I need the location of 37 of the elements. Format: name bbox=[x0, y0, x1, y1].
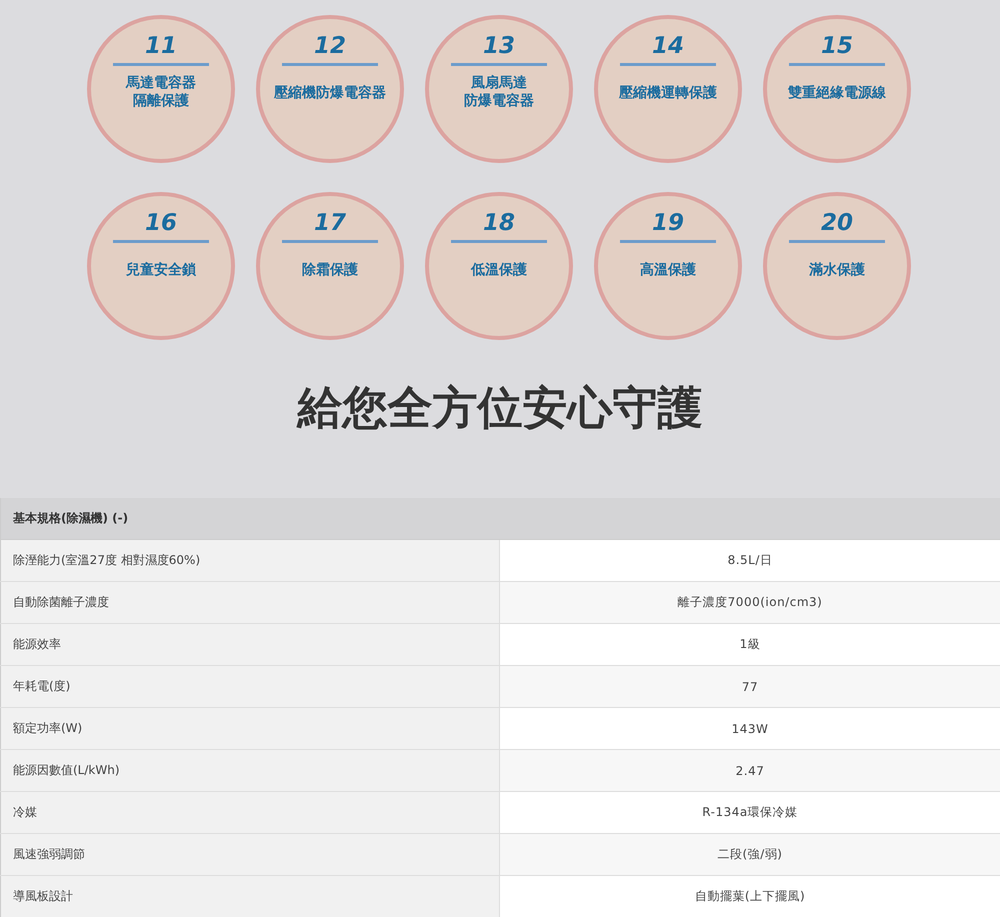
spec-name-cell: 年耗電(度) bbox=[0, 666, 500, 707]
feature-label: 隔離保護 bbox=[133, 92, 189, 110]
feature-number: 20 bbox=[820, 210, 853, 236]
feature-number: 19 bbox=[652, 210, 684, 236]
feature-label: 滿水保護 bbox=[809, 261, 865, 279]
feature-label: 風扇馬達 bbox=[471, 74, 527, 92]
feature-number: 14 bbox=[652, 33, 684, 59]
feature-label: 馬達電容器 bbox=[126, 74, 196, 92]
feature-number: 13 bbox=[482, 33, 515, 59]
spec-name-cell: 除溼能力(室溫27度 相對濕度60%) bbox=[0, 540, 500, 581]
feature-label: 高溫保護 bbox=[640, 261, 696, 279]
spec-name-cell: 導風板設計 bbox=[0, 876, 500, 917]
feature-label: 防爆電容器 bbox=[464, 92, 534, 110]
spec-value-cell: 二段(強/弱) bbox=[500, 834, 1000, 875]
spec-name-cell: 能源效率 bbox=[0, 624, 500, 665]
table-title: 基本規格(除濕機) (-) bbox=[13, 510, 128, 527]
feature-number: 16 bbox=[144, 210, 177, 236]
headline: 給您全方位安心守護 bbox=[298, 380, 702, 436]
feature-label: 除霜保護 bbox=[302, 261, 358, 279]
spec-name-cell: 額定功率(W) bbox=[0, 708, 500, 749]
feature-label: 兒童安全鎖 bbox=[126, 261, 196, 279]
feature-number: 17 bbox=[314, 210, 346, 236]
spec-name-cell: 自動除菌離子濃度 bbox=[0, 582, 500, 623]
spec-value-cell: 2.47 bbox=[500, 750, 1000, 791]
spec-value-cell: 77 bbox=[500, 666, 1000, 707]
feature-number: 12 bbox=[314, 33, 346, 59]
feature-label: 雙重絕緣電源線 bbox=[788, 84, 886, 102]
feature-label: 低溫保護 bbox=[471, 261, 527, 279]
spec-name-cell: 冷媒 bbox=[0, 792, 500, 833]
feature-label: 壓縮機運轉保護 bbox=[619, 84, 717, 102]
spec-value-cell: 離子濃度7000(ion/cm3) bbox=[500, 582, 1000, 623]
feature-number: 15 bbox=[820, 33, 853, 59]
feature-label: 壓縮機防爆電容器 bbox=[274, 84, 386, 102]
feature-number: 18 bbox=[482, 210, 515, 236]
spec-name-cell: 風速強弱調節 bbox=[0, 834, 500, 875]
feature-number: 11 bbox=[144, 33, 177, 59]
spec-name-cell: 能源因數值(L/kWh) bbox=[0, 750, 500, 791]
